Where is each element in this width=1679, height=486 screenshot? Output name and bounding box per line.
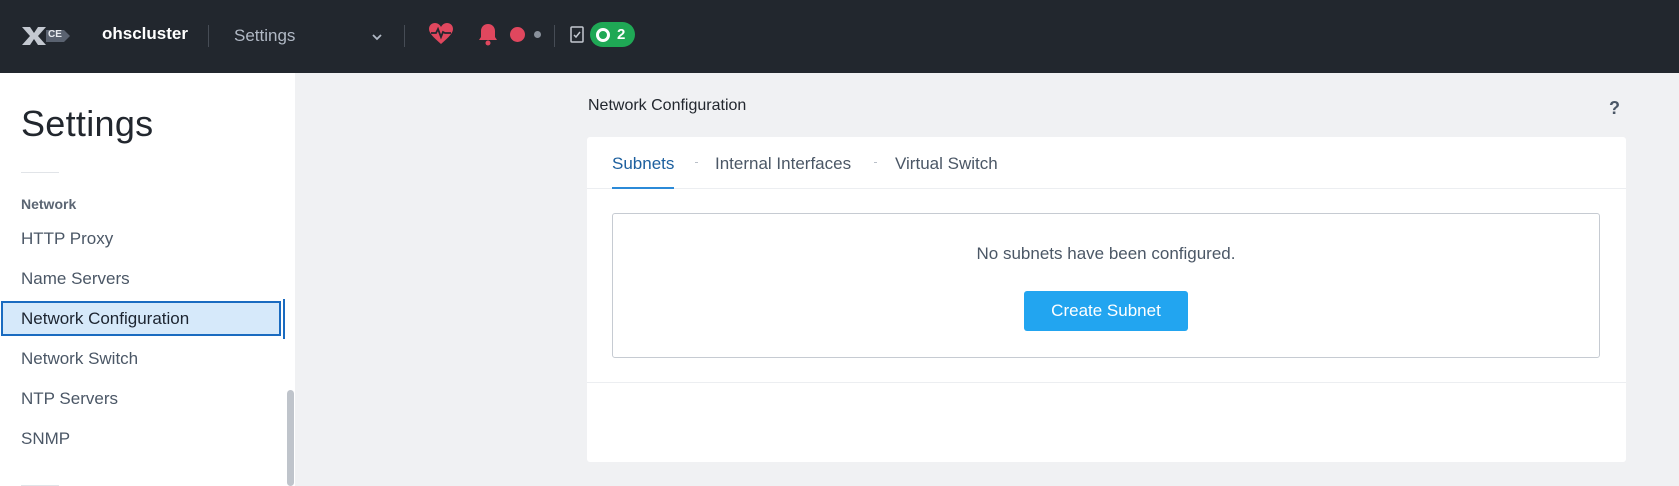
tab-bar: Subnets Internal Interfaces Virtual Swit… — [587, 137, 1626, 189]
sidebar-divider — [21, 172, 59, 173]
sidebar-item-label: SNMP — [21, 428, 71, 448]
network-configuration-card: Subnets Internal Interfaces Virtual Swit… — [587, 137, 1626, 462]
section-dropdown-value: Settings — [234, 26, 296, 45]
topbar-divider — [208, 25, 209, 47]
sidebar-item-name-servers[interactable]: Name Servers — [1, 261, 281, 296]
create-subnet-button[interactable]: Create Subnet — [1024, 291, 1188, 331]
active-item-marker — [283, 299, 285, 339]
sidebar-item-ntp-servers[interactable]: NTP Servers — [1, 381, 281, 416]
question-mark-icon[interactable]: ? — [1609, 98, 1620, 119]
settings-sidebar: Settings Network HTTP Proxy Name Servers… — [0, 73, 295, 486]
section-dropdown[interactable]: Settings — [234, 22, 384, 50]
empty-state-message: No subnets have been configured. — [976, 244, 1236, 263]
tab-separator — [874, 162, 877, 163]
empty-state-panel: No subnets have been configured. Create … — [612, 213, 1600, 358]
sidebar-item-label: Network Configuration — [21, 308, 190, 328]
sidebar-item-snmp[interactable]: SNMP — [1, 421, 281, 456]
sidebar-item-label: HTTP Proxy — [21, 228, 114, 248]
bell-icon[interactable] — [477, 22, 499, 46]
tab-virtual-switch[interactable]: Virtual Switch — [895, 154, 998, 189]
page-title: Network Configuration — [588, 97, 747, 114]
tasks-status-icon — [596, 27, 610, 42]
edition-badge: CE — [48, 29, 62, 40]
sidebar-scrollbar-thumb[interactable] — [287, 390, 294, 486]
sidebar-item-label: Name Servers — [21, 268, 130, 288]
critical-alert-indicator[interactable] — [510, 27, 525, 42]
cluster-name[interactable]: ohscluster — [102, 24, 188, 44]
warning-alert-indicator[interactable] — [534, 31, 541, 38]
tab-internal-interfaces[interactable]: Internal Interfaces — [715, 154, 851, 189]
sidebar-title: Settings — [21, 103, 154, 144]
tasks-count: 2 — [617, 26, 626, 43]
card-footer-divider — [587, 382, 1626, 383]
sidebar-group-network: Network — [21, 196, 77, 212]
topbar-divider — [554, 25, 555, 47]
sidebar-item-label: NTP Servers — [21, 388, 118, 408]
sidebar-item-label: Network Switch — [21, 348, 139, 368]
sidebar-item-network-switch[interactable]: Network Switch — [1, 341, 281, 376]
x-logo-icon[interactable]: CE — [20, 24, 72, 48]
heartbeat-icon[interactable] — [428, 22, 454, 46]
clipboard-check-icon[interactable] — [570, 25, 584, 43]
tasks-count-badge[interactable]: 2 — [590, 22, 636, 47]
tab-separator — [695, 162, 698, 163]
topbar-divider — [404, 25, 405, 47]
tab-subnets[interactable]: Subnets — [612, 154, 675, 189]
chevron-down-icon — [370, 29, 384, 43]
sidebar-item-network-configuration[interactable]: Network Configuration — [1, 301, 281, 336]
sidebar-item-http-proxy[interactable]: HTTP Proxy — [1, 221, 281, 256]
top-navigation-bar: CE ohscluster Settings 2 — [0, 0, 1679, 73]
